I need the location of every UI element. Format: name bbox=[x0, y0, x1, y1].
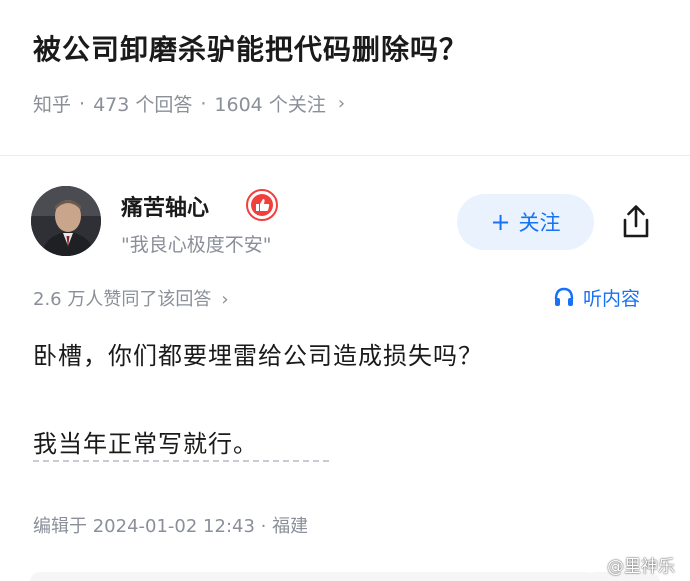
follower-count: 1604 个关注 bbox=[214, 94, 326, 116]
plus-icon: + bbox=[490, 208, 511, 236]
weibo-icon bbox=[582, 557, 602, 573]
question-meta[interactable]: 知乎 · 473 个回答 · 1604 个关注 › bbox=[33, 90, 345, 117]
avatar[interactable] bbox=[31, 186, 101, 256]
listen-label: 听内容 bbox=[583, 287, 641, 310]
chevron-right-icon: › bbox=[221, 289, 229, 310]
highlight-underline bbox=[33, 460, 329, 462]
question-source: 知乎 bbox=[33, 94, 72, 116]
answer-count: 473 个回答 bbox=[93, 94, 193, 116]
upvote-summary[interactable]: 2.6 万人赞同了该回答 › bbox=[33, 285, 229, 311]
author-row: 痛苦轴心 "我良心极度不安" + 关注 bbox=[0, 180, 690, 270]
section-divider bbox=[0, 155, 690, 156]
chevron-right-icon: › bbox=[337, 93, 346, 114]
listen-button[interactable]: 听内容 bbox=[553, 282, 640, 312]
share-button[interactable] bbox=[616, 202, 656, 242]
follow-button[interactable]: + 关注 bbox=[457, 194, 594, 250]
upvote-row: 2.6 万人赞同了该回答 › 听内容 bbox=[0, 282, 690, 314]
avatar-image bbox=[31, 186, 101, 256]
author-name[interactable]: 痛苦轴心 bbox=[121, 190, 209, 222]
question-header: 被公司卸磨杀驴能把代码删除吗？ 知乎 · 473 个回答 · 1604 个关注 … bbox=[0, 0, 690, 156]
watermark: @里神乐 bbox=[582, 552, 675, 577]
upvote-count-text: 2.6 万人赞同了该回答 bbox=[33, 289, 212, 310]
author-bio: "我良心极度不安" bbox=[121, 234, 272, 256]
share-icon bbox=[623, 205, 649, 238]
watermark-text: @里神乐 bbox=[607, 557, 675, 577]
answer-paragraph: 我当年正常写就行。 bbox=[33, 430, 258, 458]
meta-separator: · bbox=[79, 92, 86, 115]
meta-separator: · bbox=[200, 92, 207, 115]
question-title[interactable]: 被公司卸磨杀驴能把代码删除吗？ bbox=[33, 28, 468, 68]
headphones-icon bbox=[554, 287, 574, 306]
thumbs-up-badge-icon bbox=[246, 189, 278, 221]
edit-info: 编辑于 2024-01-02 12:43 · 福建 bbox=[33, 516, 309, 537]
follow-label: 关注 bbox=[518, 211, 561, 235]
bottom-card bbox=[30, 572, 660, 581]
answer-paragraph: 卧槽，你们都要埋雷给公司造成损失吗？ bbox=[33, 342, 483, 370]
